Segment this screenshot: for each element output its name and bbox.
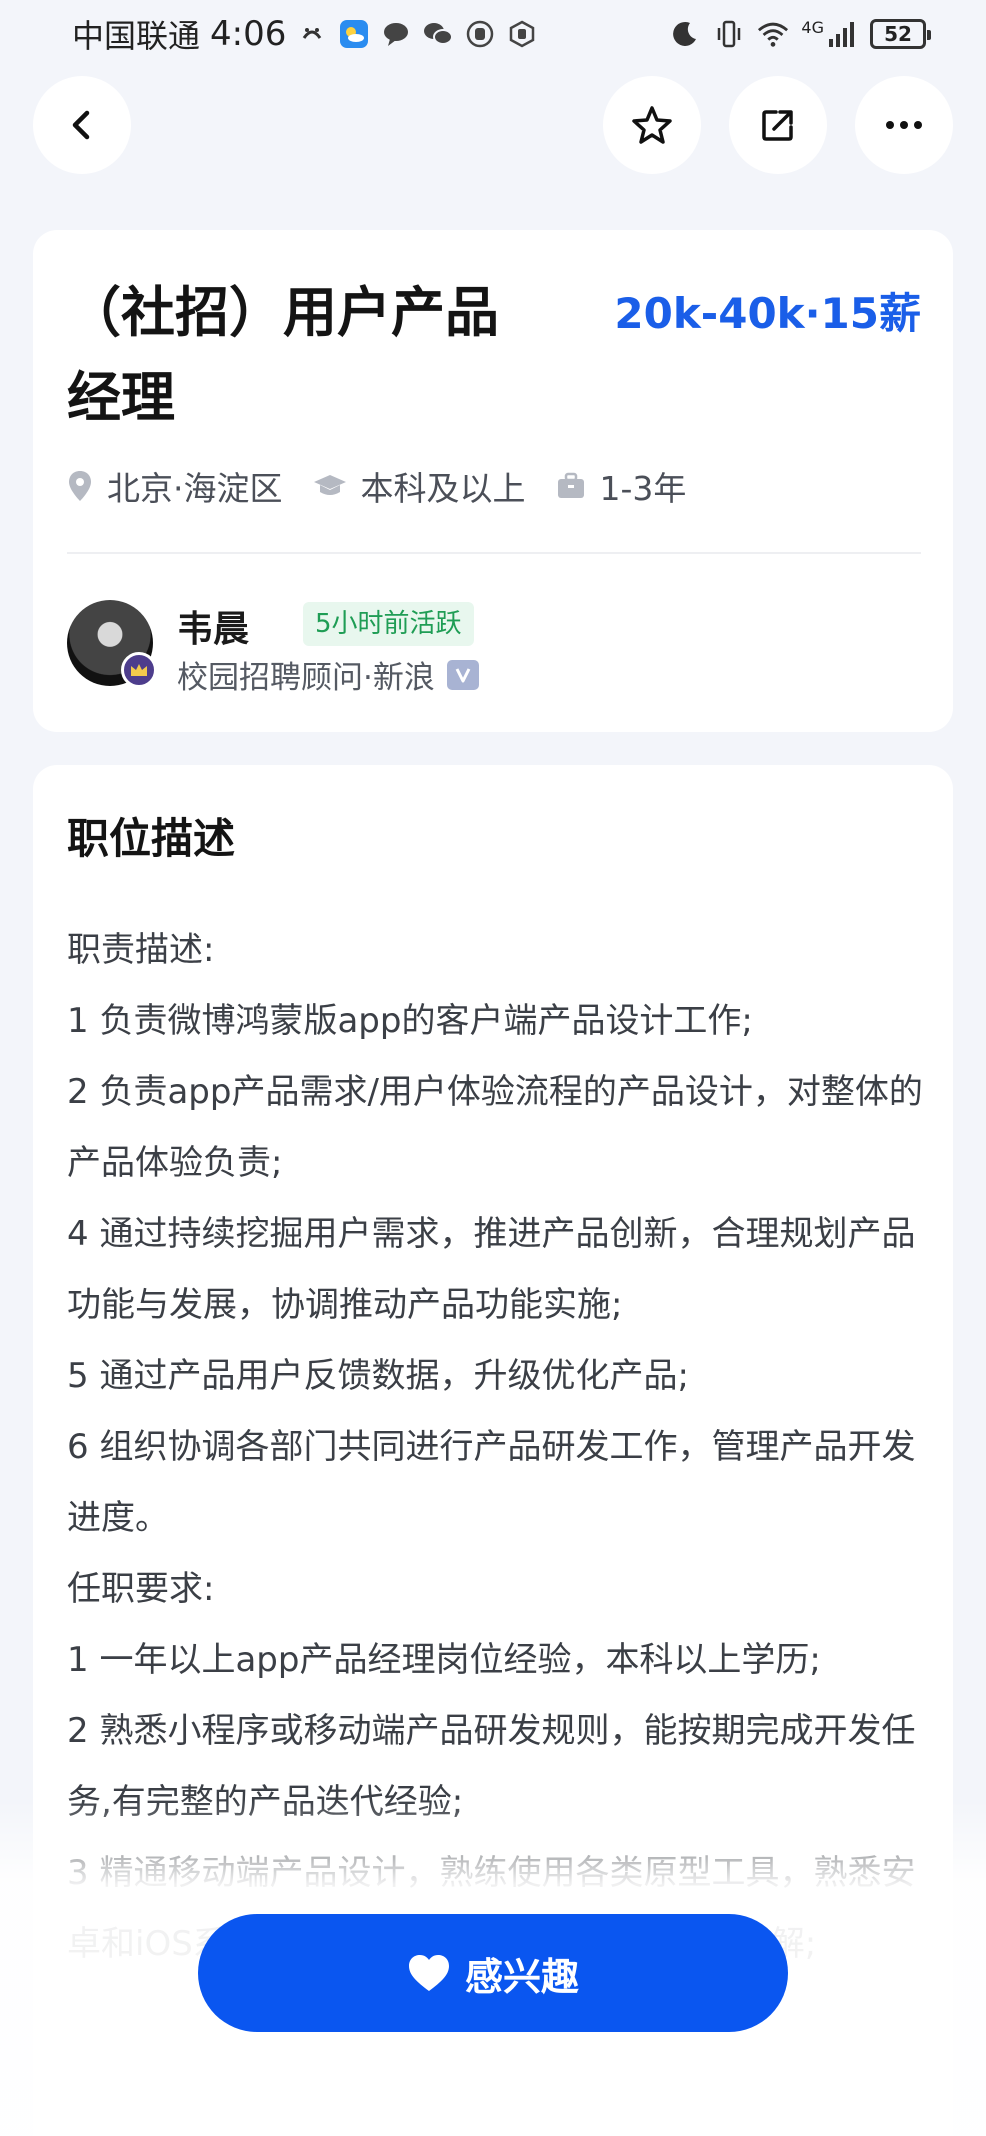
description-line: 2 负责app产品需求/用户体验流程的产品设计，对整体的产品体验负责; <box>67 1072 923 1183</box>
chevron-left-icon <box>72 110 90 140</box>
description-line: 6 组织协调各部门共同进行产品研发工作，管理产品开发进度。 <box>67 1427 916 1538</box>
verified-icon <box>446 659 479 690</box>
back-button[interactable] <box>33 76 131 174</box>
briefcase-icon <box>557 472 584 498</box>
divider <box>67 552 921 554</box>
weather-app-icon <box>338 18 370 50</box>
location-text: 北京·海淀区 <box>107 469 283 508</box>
wechat-icon <box>422 18 454 50</box>
more-dots-icon <box>886 121 922 129</box>
share-button[interactable] <box>729 76 827 174</box>
status-bar: 中国联通 4:06 4G 52 <box>0 0 986 68</box>
description-body: 职责描述: 1 负责微博鸿蒙版app的客户端产品设计工作; 2 负责app产品需… <box>67 915 947 1980</box>
star-icon <box>632 106 672 144</box>
alarm-off-icon <box>296 18 328 50</box>
carrier-label: 中国联通 <box>72 17 201 55</box>
network-type-label: 4G <box>801 17 824 37</box>
battery-indicator: 52 <box>870 19 931 49</box>
recruiter-row[interactable]: 韦晨 5小时前活跃 校园招聘顾问·新浪 <box>67 600 927 700</box>
job-meta-row: 北京·海淀区 本科及以上 1-3年 <box>67 462 716 510</box>
recruiter-title-row: 校园招聘顾问·新浪 <box>177 652 479 697</box>
active-status-badge: 5小时前活跃 <box>303 602 474 646</box>
location-item: 北京·海淀区 <box>67 462 283 510</box>
description-heading: 职位描述 <box>67 814 236 863</box>
vibrate-icon <box>713 18 745 50</box>
hand-stop-icon <box>464 18 496 50</box>
recruiter-name: 韦晨 <box>177 609 250 650</box>
share-icon <box>762 110 793 141</box>
experience-item: 1-3年 <box>556 462 687 510</box>
description-line: 任职要求: <box>67 1569 215 1609</box>
message-icon <box>380 18 412 50</box>
wifi-icon <box>757 18 789 50</box>
status-right: 4G 52 <box>669 17 931 50</box>
moon-icon <box>669 18 701 50</box>
description-line: 2 熟悉小程序或移动端产品研发规则，能按期完成开发任务,有完整的产品迭代经验; <box>67 1711 916 1822</box>
education-text: 本科及以上 <box>360 469 526 508</box>
job-title: （社招）用户产品经理 <box>67 281 499 429</box>
description-line: 职责描述: <box>67 930 215 970</box>
clock: 4:06 <box>210 14 287 54</box>
interested-button[interactable]: 感兴趣 <box>198 1914 788 2032</box>
education-item: 本科及以上 <box>313 462 526 510</box>
job-summary-card: （社招）用户产品经理 20k-40k·15薪 北京·海淀区 本科及以上 1-3年… <box>33 230 953 732</box>
recruiter-title: 校园招聘顾问·新浪 <box>177 660 435 696</box>
description-line: 1 负责微博鸿蒙版app的客户端产品设计工作; <box>67 1001 753 1041</box>
heart-icon <box>408 1955 449 1991</box>
status-left: 中国联通 4:06 <box>72 11 538 57</box>
description-line: 1 一年以上app产品经理岗位经验，本科以上学历; <box>67 1640 821 1680</box>
experience-text: 1-3年 <box>599 469 687 508</box>
location-pin-icon <box>69 471 91 501</box>
shield-hex-icon <box>506 18 538 50</box>
salary-label: 20k-40k·15薪 <box>614 289 921 338</box>
interested-label: 感兴趣 <box>464 1954 579 1999</box>
favorite-button[interactable] <box>603 76 701 174</box>
crown-badge-icon <box>121 652 157 688</box>
avatar[interactable] <box>67 600 157 688</box>
signal-icon <box>826 18 858 50</box>
description-line: 5 通过产品用户反馈数据，升级优化产品; <box>67 1356 689 1396</box>
more-button[interactable] <box>855 76 953 174</box>
description-line: 4 通过持续挖掘用户需求，推进产品创新，合理规划产品功能与发展，协调推动产品功能… <box>67 1214 916 1325</box>
graduation-cap-icon <box>313 475 346 495</box>
